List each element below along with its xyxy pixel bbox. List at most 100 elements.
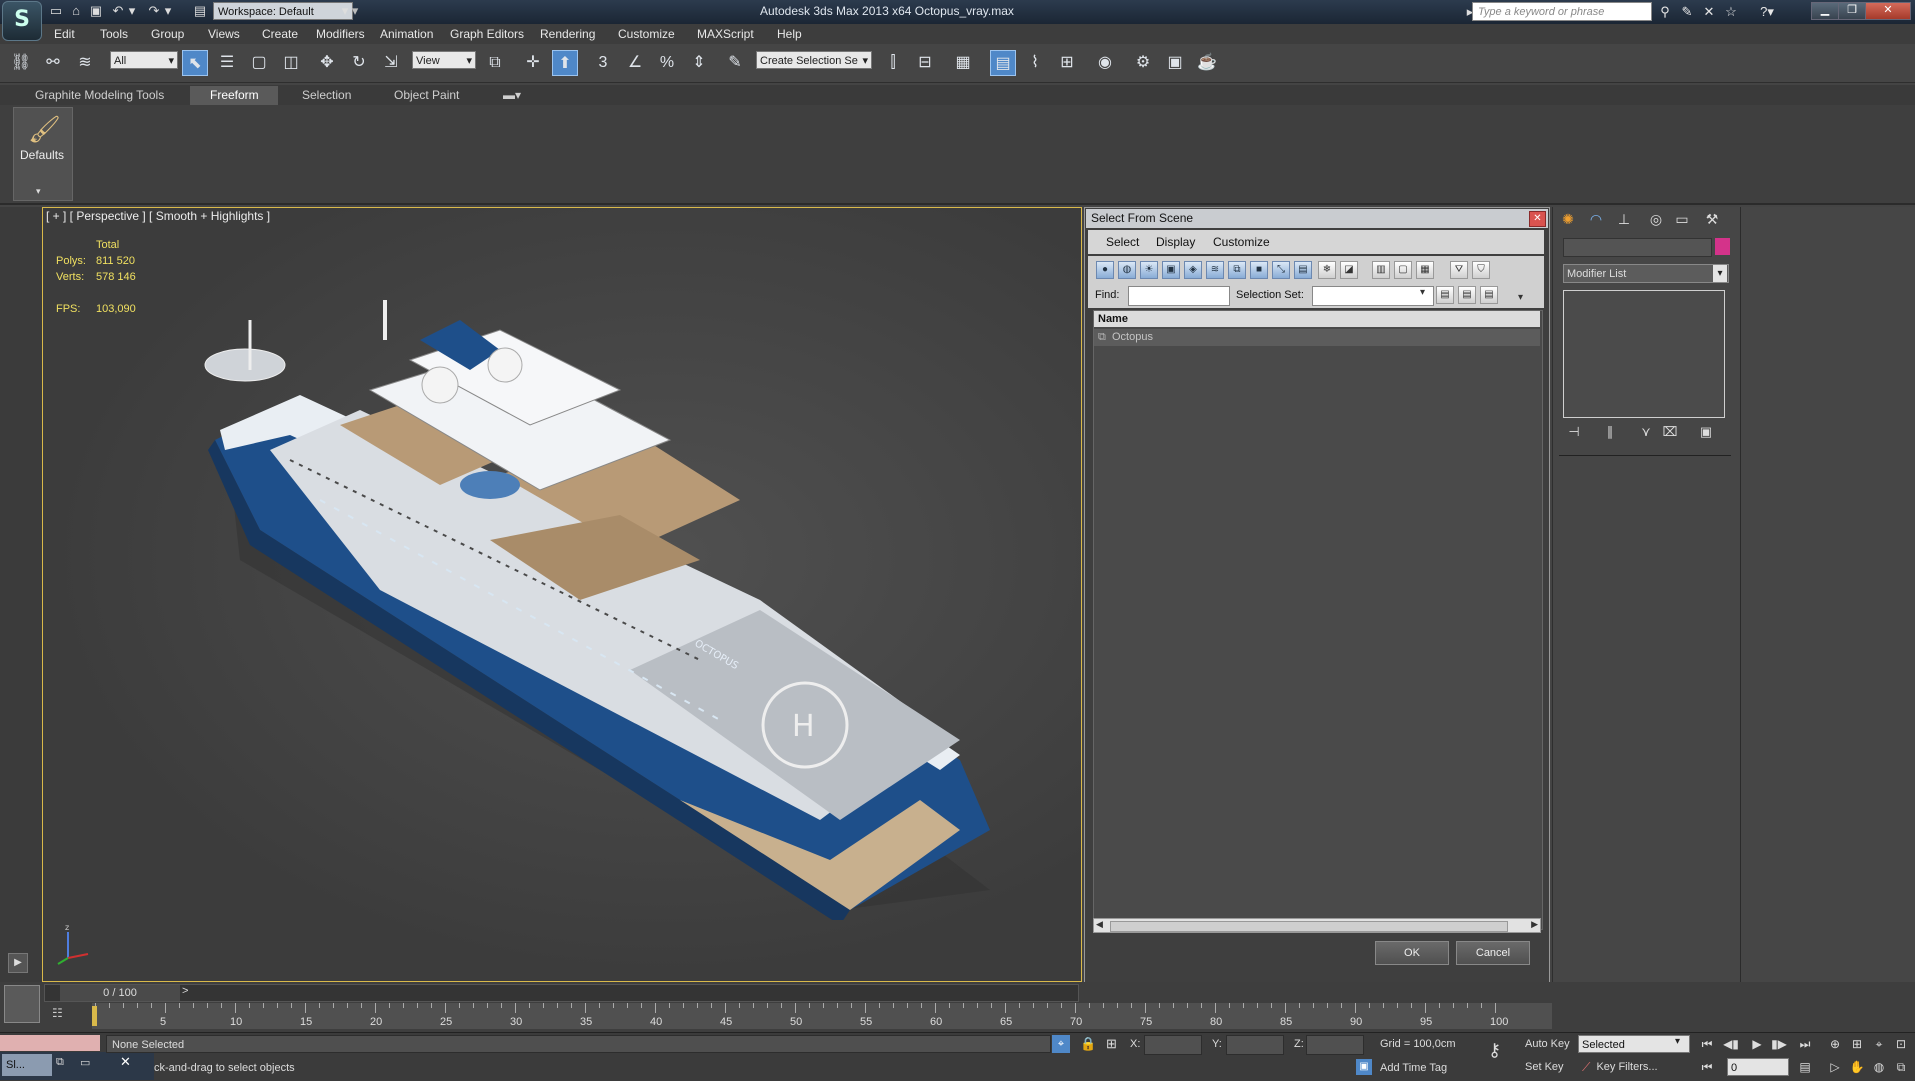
absolute-mode-icon[interactable]: ⊞ bbox=[1106, 1036, 1117, 1052]
render-setup-icon[interactable]: ⚙ bbox=[1130, 50, 1156, 76]
create-tab-icon[interactable]: ✺ bbox=[1558, 209, 1578, 229]
display-groups-icon[interactable]: ⧉ bbox=[1228, 261, 1246, 279]
ribbon-options-icon[interactable]: ▬▾ bbox=[503, 87, 521, 103]
play-icon[interactable]: ▶ bbox=[1748, 1036, 1766, 1052]
make-unique-icon[interactable]: ⋎ bbox=[1638, 424, 1654, 440]
display-lights-icon[interactable]: ☀ bbox=[1140, 261, 1158, 279]
dialog-close-button[interactable]: ✕ bbox=[1529, 211, 1546, 227]
mini-curve-editor-toggle[interactable] bbox=[4, 985, 40, 1023]
subscription-icon[interactable]: ✎ bbox=[1678, 4, 1696, 20]
curve-editor-icon[interactable]: ⌇ bbox=[1022, 50, 1048, 76]
selection-filter-combo[interactable]: All bbox=[110, 51, 178, 70]
save-file-icon[interactable]: ▣ bbox=[88, 3, 104, 19]
scene-object-list[interactable] bbox=[1093, 310, 1543, 930]
select-and-scale-icon[interactable]: ⇲ bbox=[378, 50, 404, 76]
defaults-button[interactable]: 🖌 Defaults ▾ bbox=[13, 107, 73, 201]
toolbar-overflow-icon[interactable]: ▾ bbox=[1518, 292, 1523, 303]
add-to-selection-set-icon[interactable]: ▤ bbox=[1458, 286, 1476, 304]
y-coord-field[interactable] bbox=[1226, 1035, 1284, 1055]
search-input[interactable]: Type a keyword or phrase bbox=[1472, 2, 1652, 21]
schematic-view-icon[interactable]: ⊞ bbox=[1054, 50, 1080, 76]
maximize-viewport-icon[interactable]: ⧉ bbox=[1892, 1059, 1910, 1075]
selection-set-combo[interactable] bbox=[1312, 286, 1434, 306]
scroll-right-icon[interactable]: ▶ bbox=[1531, 919, 1538, 930]
display-frozen-icon[interactable]: ❄ bbox=[1318, 261, 1336, 279]
graphite-ribbon-toggle-icon[interactable]: ▤ bbox=[990, 50, 1016, 76]
field-of-view-icon[interactable]: ▷ bbox=[1826, 1059, 1844, 1075]
chevron-down-icon[interactable]: ▾ bbox=[1675, 1036, 1680, 1047]
remove-from-selection-set-icon[interactable]: ▤ bbox=[1480, 286, 1498, 304]
modifier-list-dropdown[interactable]: Modifier List bbox=[1563, 264, 1729, 283]
display-tab-icon[interactable]: ▭ bbox=[1672, 209, 1692, 229]
scroll-left-icon[interactable]: ◀ bbox=[1096, 919, 1103, 930]
object-color-swatch[interactable] bbox=[1715, 238, 1730, 255]
menu-create[interactable]: Create bbox=[262, 27, 298, 41]
chevron-down-icon[interactable]: ▾ bbox=[1713, 265, 1727, 282]
select-and-rotate-icon[interactable]: ↻ bbox=[346, 50, 372, 76]
pin-stack-icon[interactable]: ⊣ bbox=[1566, 424, 1582, 440]
slider-next-icon[interactable]: > bbox=[182, 985, 188, 997]
time-tag-icon[interactable]: ▣ bbox=[1356, 1059, 1372, 1075]
tab-object-paint[interactable]: Object Paint bbox=[394, 87, 459, 103]
communication-center-icon[interactable]: ✕ bbox=[1700, 4, 1718, 20]
menu-tools[interactable]: Tools bbox=[100, 27, 128, 41]
select-object-icon[interactable]: ⬉ bbox=[182, 50, 208, 76]
open-file-icon[interactable]: ⌂ bbox=[68, 3, 84, 19]
dialog-menu-customize[interactable]: Customize bbox=[1213, 235, 1270, 249]
taskbar-restore-icon[interactable]: ⧉ bbox=[56, 1056, 64, 1069]
select-invert-icon[interactable]: ▦ bbox=[1416, 261, 1434, 279]
select-by-name-icon[interactable]: ☰ bbox=[214, 50, 240, 76]
zoom-icon[interactable]: ⊕ bbox=[1826, 1036, 1844, 1052]
tab-freeform[interactable]: Freeform bbox=[210, 87, 259, 103]
auto-key-button[interactable]: Auto Key bbox=[1525, 1035, 1577, 1053]
workspace-select[interactable]: Workspace: Default bbox=[213, 2, 353, 20]
menu-graph-editors[interactable]: Graph Editors bbox=[450, 27, 524, 41]
taskbar-max-icon[interactable]: ▭ bbox=[80, 1056, 90, 1069]
binoculars-icon[interactable]: ⚲ bbox=[1656, 4, 1674, 20]
object-name-field[interactable] bbox=[1563, 238, 1712, 257]
menu-animation[interactable]: Animation bbox=[380, 27, 433, 41]
mirror-icon[interactable]: ⫿ bbox=[880, 50, 906, 76]
current-frame-field[interactable]: 0 bbox=[1727, 1058, 1789, 1076]
time-slider-track[interactable] bbox=[44, 984, 1079, 1002]
menu-views[interactable]: Views bbox=[208, 27, 240, 41]
edit-named-selection-icon[interactable]: ✎ bbox=[722, 50, 748, 76]
scrollbar-thumb[interactable] bbox=[1110, 921, 1508, 932]
display-hidden-icon[interactable]: ◪ bbox=[1340, 261, 1358, 279]
angle-snap-icon[interactable]: ∠ bbox=[622, 50, 648, 76]
set-key-icon[interactable]: ⚷ bbox=[1488, 1040, 1501, 1061]
orbit-icon[interactable]: ◍ bbox=[1870, 1059, 1888, 1075]
bind-to-space-warp-icon[interactable]: ≋ bbox=[72, 50, 98, 76]
viewport-label[interactable]: [ + ] [ Perspective ] [ Smooth + Highlig… bbox=[46, 209, 270, 223]
project-folder-icon[interactable]: ▤ bbox=[192, 3, 208, 19]
menu-help[interactable]: Help bbox=[777, 27, 802, 41]
trackbar-menu-icon[interactable]: ☷ bbox=[52, 1006, 63, 1020]
isolate-selection-icon[interactable]: ⌖ bbox=[1052, 1035, 1070, 1053]
filter-options-icon[interactable]: ⛉ bbox=[1472, 261, 1490, 279]
z-coord-field[interactable] bbox=[1306, 1035, 1364, 1055]
undo-dropdown-icon[interactable]: ▾ bbox=[124, 3, 140, 19]
motion-tab-icon[interactable]: ◎ bbox=[1646, 209, 1666, 229]
show-end-result-icon[interactable]: ∥ bbox=[1602, 424, 1618, 440]
horizontal-scrollbar[interactable]: ◀ ▶ bbox=[1093, 918, 1541, 933]
go-to-end-icon[interactable]: ⏭ bbox=[1796, 1036, 1814, 1052]
taskbar-item[interactable]: Sl... bbox=[2, 1054, 52, 1076]
restore-button[interactable]: ❐ bbox=[1838, 2, 1866, 20]
time-configuration-icon[interactable]: ▤ bbox=[1796, 1059, 1814, 1075]
viewport-expand-icon[interactable]: ▶ bbox=[8, 953, 28, 973]
maxscript-mini-listener[interactable] bbox=[0, 1035, 100, 1051]
new-file-icon[interactable]: ▭ bbox=[48, 3, 64, 19]
menu-maxscript[interactable]: MAXScript bbox=[697, 27, 754, 41]
key-filters-button[interactable]: Key Filters... bbox=[1582, 1058, 1672, 1076]
previous-frame-icon[interactable]: ◀▮ bbox=[1722, 1036, 1740, 1052]
select-and-link-icon[interactable]: ⛓ bbox=[8, 50, 34, 76]
octopus-yacht-model[interactable]: H OCTOPUS bbox=[200, 300, 1020, 920]
command-panel-splitter[interactable] bbox=[1740, 207, 1741, 1027]
window-crossing-icon[interactable]: ◫ bbox=[278, 50, 304, 76]
selection-lock-icon[interactable]: 🔒 bbox=[1080, 1036, 1096, 1052]
favorites-star-icon[interactable]: ☆ bbox=[1722, 4, 1740, 20]
render-production-icon[interactable]: ☕ bbox=[1194, 50, 1220, 76]
create-selection-set-icon[interactable]: ▤ bbox=[1436, 286, 1454, 304]
zoom-extents-icon[interactable]: ⌖ bbox=[1870, 1036, 1888, 1052]
select-manipulate-icon[interactable]: ✛ bbox=[520, 50, 546, 76]
